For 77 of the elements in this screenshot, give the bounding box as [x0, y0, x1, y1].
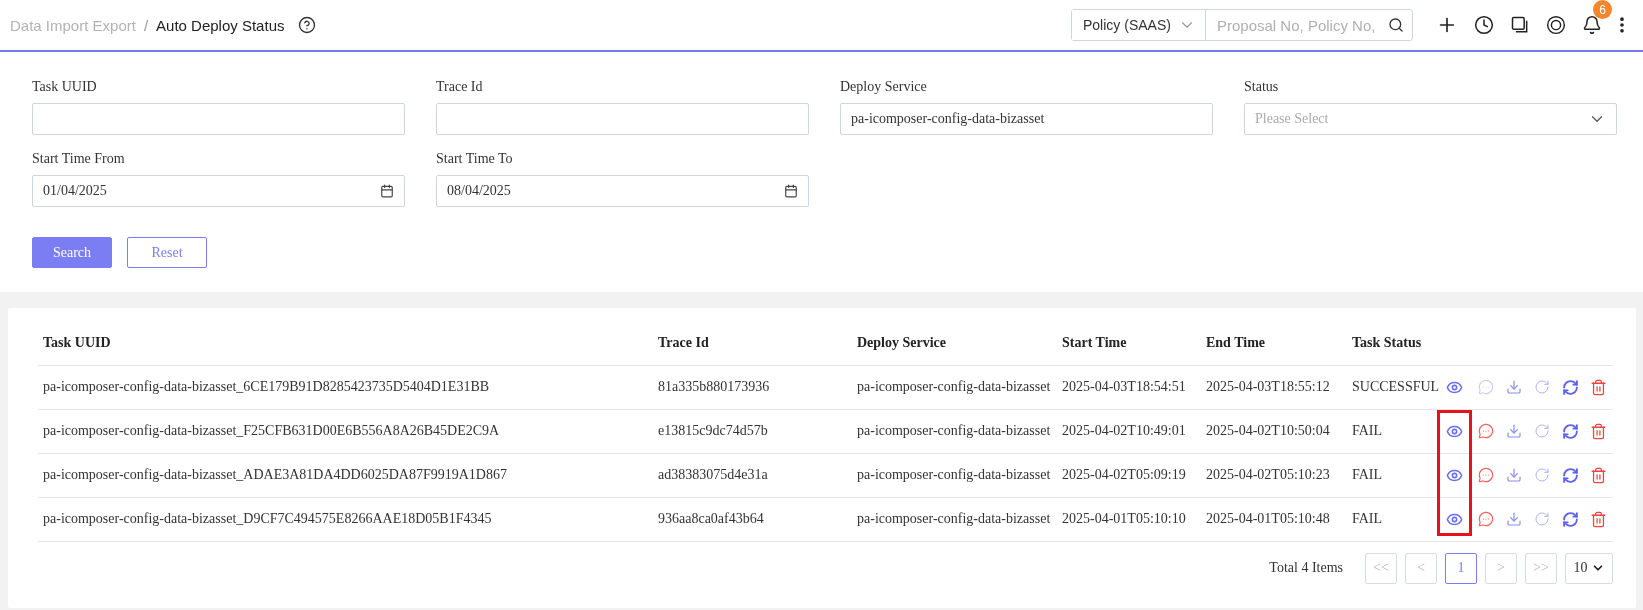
task-uuid-cell: pa-icomposer-config-data-bizasset_ADAE3A81DA4DD6025DA87F9919A1D867: [38, 453, 653, 497]
trace-id-cell: 81a335b880173936: [653, 365, 852, 409]
breadcrumb-separator: /: [143, 16, 149, 34]
page-size-select[interactable]: 10: [1565, 552, 1613, 584]
trash-icon[interactable]: [1589, 422, 1607, 440]
calendar-icon[interactable]: [380, 184, 394, 198]
sync-icon[interactable]: [1561, 466, 1579, 484]
sync-icon[interactable]: [1561, 422, 1579, 440]
reset-button[interactable]: Reset: [127, 237, 207, 268]
download-icon[interactable]: [1506, 379, 1522, 395]
trace-id-cell: e13815c9dc74d57b: [653, 409, 852, 453]
task-uuid-cell: pa-icomposer-config-data-bizasset_F25CFB631D00E6B556A8A26B45DE2C9A: [38, 409, 653, 453]
task-uuid-cell: pa-icomposer-config-data-bizasset_D9CF7C494575E8266AAE18D05B1F4345: [38, 497, 653, 541]
text-field[interactable]: [436, 103, 809, 135]
end-time-cell: 2025-04-02T05:10:23: [1201, 453, 1347, 497]
download-icon[interactable]: [1506, 467, 1522, 483]
trace-id-cell: ad38383075d4e31a: [653, 453, 852, 497]
sync-icon[interactable]: [1561, 510, 1579, 528]
column-header: Task Status: [1347, 321, 1437, 365]
service-cell: pa-icomposer-config-data-bizasset: [852, 453, 1057, 497]
date-field[interactable]: 08/04/2025: [436, 175, 809, 207]
field-label: Deploy Service: [840, 78, 928, 96]
chat-icon[interactable]: [1478, 423, 1494, 439]
start-time-cell: 2025-04-02T10:49:01: [1057, 409, 1201, 453]
status-cell: FAIL: [1347, 453, 1437, 497]
field-label: Start Time From: [32, 150, 126, 168]
notification-badge: 6: [1593, 0, 1612, 19]
field-label: Trace Id: [436, 78, 484, 96]
column-header: Deploy Service: [852, 321, 1057, 365]
text-field[interactable]: [32, 103, 405, 135]
calendar-icon[interactable]: [784, 184, 798, 198]
text-field[interactable]: pa-icomposer-config-data-bizasset: [840, 103, 1213, 135]
chat-icon[interactable]: [1478, 511, 1494, 527]
column-header: Start Time: [1057, 321, 1201, 365]
trash-icon[interactable]: [1589, 466, 1607, 484]
breadcrumb-link[interactable]: Data Import Export: [10, 16, 136, 34]
trash-icon[interactable]: [1589, 378, 1607, 396]
page-button[interactable]: <<: [1365, 552, 1397, 584]
trace-id-cell: 936aa8ca0af43b64: [653, 497, 852, 541]
service-cell: pa-icomposer-config-data-bizasset: [852, 409, 1057, 453]
search-button[interactable]: Search: [32, 237, 112, 268]
page-button[interactable]: 1: [1445, 552, 1477, 584]
task-uuid-cell: pa-icomposer-config-data-bizasset_6CE179B91D8285423735D5404D1E31BB: [38, 365, 653, 409]
end-time-cell: 2025-04-03T18:55:12: [1201, 365, 1347, 409]
service-cell: pa-icomposer-config-data-bizasset: [852, 497, 1057, 541]
start-time-cell: 2025-04-02T05:09:19: [1057, 453, 1201, 497]
download-icon[interactable]: [1506, 511, 1522, 527]
service-cell: pa-icomposer-config-data-bizasset: [852, 365, 1057, 409]
field-label: Start Time To: [436, 150, 514, 168]
total-items: Total 4 Items: [1269, 560, 1343, 576]
start-time-cell: 2025-04-03T18:54:51: [1057, 365, 1201, 409]
sync-icon[interactable]: [1561, 378, 1579, 396]
column-header: Trace Id: [653, 321, 852, 365]
bell-icon[interactable]: [1582, 15, 1602, 35]
end-time-cell: 2025-04-01T05:10:48: [1201, 497, 1347, 541]
status-cell: SUCCESSFUL: [1347, 365, 1437, 409]
status-cell: FAIL: [1347, 409, 1437, 453]
field-label: Task UUID: [32, 78, 98, 96]
clock-icon[interactable]: [1474, 15, 1494, 35]
copy-icon[interactable]: [1510, 15, 1530, 35]
target-icon[interactable]: [1546, 15, 1566, 35]
download-icon[interactable]: [1506, 423, 1522, 439]
trash-icon[interactable]: [1589, 510, 1607, 528]
help-icon[interactable]: [298, 16, 317, 34]
column-header: End Time: [1201, 321, 1347, 365]
select-field[interactable]: Please Select: [1244, 103, 1617, 135]
page-button[interactable]: >>: [1525, 552, 1557, 584]
page-button[interactable]: >: [1485, 552, 1517, 584]
status-cell: FAIL: [1347, 497, 1437, 541]
page-button[interactable]: <: [1405, 552, 1437, 584]
page-title: Auto Deploy Status: [156, 16, 285, 34]
date-field[interactable]: 01/04/2025: [32, 175, 405, 207]
start-time-cell: 2025-04-01T05:10:10: [1057, 497, 1201, 541]
end-time-cell: 2025-04-02T10:50:04: [1201, 409, 1347, 453]
field-label: Status: [1244, 78, 1280, 96]
chat-icon[interactable]: [1478, 467, 1494, 483]
column-header: Task UUID: [38, 321, 653, 365]
